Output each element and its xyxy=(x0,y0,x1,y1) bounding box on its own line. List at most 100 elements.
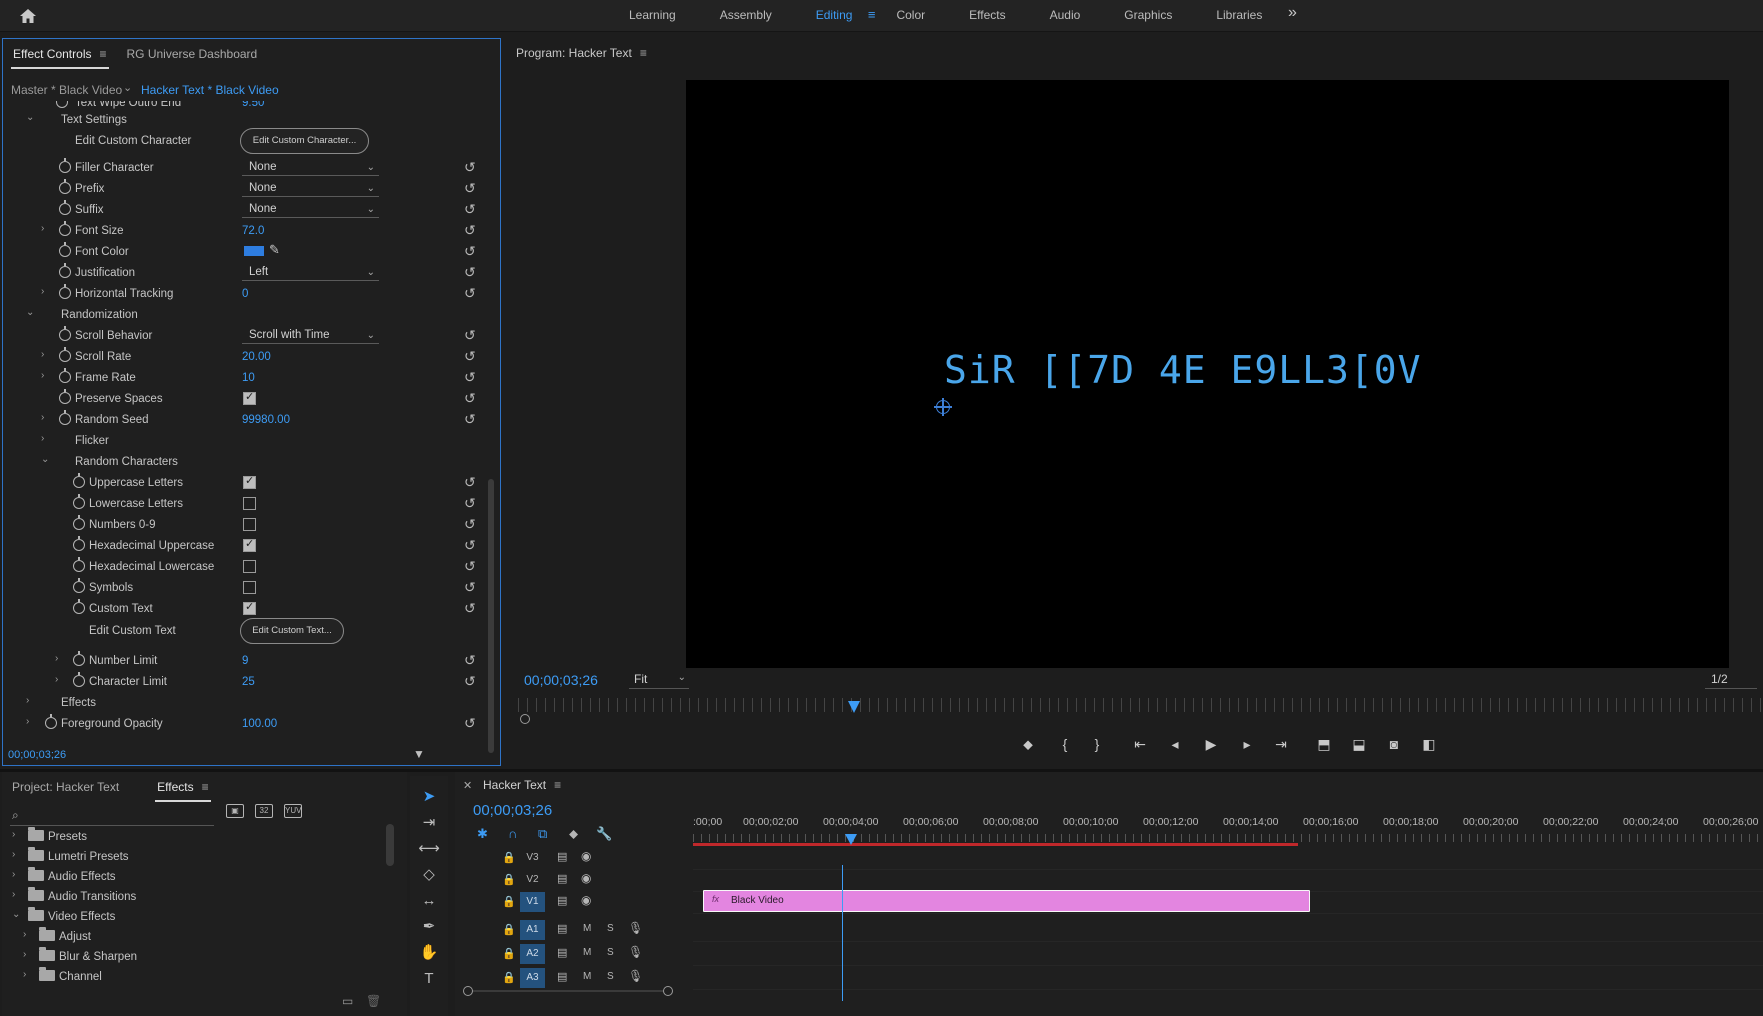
program-timecode[interactable]: 00;00;03;26 xyxy=(524,672,598,688)
reset-icon[interactable]: ↺ xyxy=(464,180,476,197)
menu-icon[interactable]: ≡ xyxy=(868,0,876,30)
track-name[interactable]: A2 xyxy=(520,944,545,964)
sync-lock-icon[interactable]: ▤ xyxy=(557,894,567,907)
chevron-right-icon[interactable]: › xyxy=(23,969,26,980)
filter-icon[interactable]: ▼ xyxy=(413,747,425,761)
group-effects[interactable]: › Effects xyxy=(3,693,500,713)
reset-icon[interactable]: ↺ xyxy=(464,159,476,176)
fx-badge[interactable]: fx xyxy=(712,894,719,904)
lock-icon[interactable]: 🔒 xyxy=(502,895,516,908)
reset-icon[interactable]: ↺ xyxy=(464,600,476,617)
solo-button[interactable]: S xyxy=(607,947,614,958)
reset-icon[interactable]: ↺ xyxy=(464,715,476,732)
list-item-video-effects[interactable]: ⌄ Video Effects xyxy=(2,906,382,926)
stopwatch-icon[interactable] xyxy=(59,221,71,236)
property-value[interactable]: 100.00 xyxy=(242,718,277,730)
stopwatch-icon[interactable] xyxy=(56,101,68,108)
list-item-lumetri-presets[interactable]: › Lumetri Presets xyxy=(2,846,382,866)
stopwatch-icon[interactable] xyxy=(73,557,85,572)
32-bit-effects-icon[interactable]: 32 xyxy=(255,804,273,818)
reset-icon[interactable]: ↺ xyxy=(464,411,476,428)
pen-tool-icon[interactable]: ✒ xyxy=(417,916,441,938)
timeline-zoom-scrollbar[interactable] xyxy=(463,986,673,996)
reset-icon[interactable]: ↺ xyxy=(464,390,476,407)
program-monitor-title[interactable]: Program: Hacker Text ≡ xyxy=(516,46,647,60)
play-icon[interactable]: ▶ xyxy=(1201,736,1221,753)
chevron-right-icon[interactable]: › xyxy=(12,889,15,900)
justification-select[interactable]: Left ⌄ xyxy=(242,264,379,281)
group-randomization[interactable]: ⌄ Randomization xyxy=(3,305,500,325)
program-video-frame[interactable]: SiR [[7D 4E E9LL3[0V xyxy=(686,80,1729,668)
stopwatch-icon[interactable] xyxy=(59,368,71,383)
panel-menu-icon[interactable]: ≡ xyxy=(99,39,106,69)
track-lane-v2[interactable] xyxy=(693,868,1763,892)
list-item-channel[interactable]: › Channel xyxy=(2,966,382,986)
more-workspaces-icon[interactable]: » xyxy=(1288,4,1297,22)
reset-icon[interactable]: ↺ xyxy=(464,537,476,554)
stopwatch-icon[interactable] xyxy=(59,410,71,425)
stopwatch-icon[interactable] xyxy=(73,473,85,488)
effect-controls-scrollbar[interactable] xyxy=(488,479,494,753)
chevron-down-icon[interactable]: ⌄ xyxy=(123,81,132,94)
sync-lock-icon[interactable]: ▤ xyxy=(557,850,567,863)
reset-icon[interactable]: ↺ xyxy=(464,222,476,239)
sync-lock-icon[interactable]: ▤ xyxy=(557,872,567,885)
chevron-right-icon[interactable]: › xyxy=(12,829,15,840)
workspace-tab-learning[interactable]: Learning xyxy=(612,0,703,32)
uppercase-letters-checkbox[interactable] xyxy=(243,474,256,489)
chevron-right-icon[interactable]: › xyxy=(41,370,44,381)
track-lane-a3[interactable] xyxy=(693,966,1763,990)
reset-icon[interactable]: ↺ xyxy=(464,579,476,596)
chevron-right-icon[interactable]: › xyxy=(12,869,15,880)
workspace-tab-assembly[interactable]: Assembly xyxy=(703,0,799,32)
track-select-tool-icon[interactable]: ⇥ xyxy=(417,812,441,834)
stopwatch-icon[interactable] xyxy=(59,200,71,215)
timeline-timecode[interactable]: 00;00;03;26 xyxy=(473,802,552,819)
eye-icon[interactable]: ◉ xyxy=(581,893,591,907)
timeline-clip-black-video[interactable]: fx Black Video xyxy=(703,890,1310,912)
stopwatch-icon[interactable] xyxy=(73,494,85,509)
add-marker-icon[interactable]: ⬥ xyxy=(569,826,578,842)
chevron-right-icon[interactable]: › xyxy=(41,286,44,297)
stopwatch-icon[interactable] xyxy=(59,179,71,194)
type-tool-icon[interactable]: T xyxy=(417,968,441,990)
lowercase-letters-checkbox[interactable] xyxy=(243,497,256,510)
wrench-icon[interactable]: 🔧 xyxy=(596,826,612,842)
edit-custom-character-button[interactable]: Edit Custom Character... xyxy=(240,128,369,154)
sequence-clip-label[interactable]: Hacker Text * Black Video xyxy=(141,83,279,97)
reset-icon[interactable]: ↺ xyxy=(464,558,476,575)
yuv-effects-icon[interactable]: YUV xyxy=(284,804,302,818)
hexadecimal-lowercase-checkbox[interactable] xyxy=(243,560,256,573)
property-value[interactable]: 0 xyxy=(242,288,248,300)
effects-scrollbar[interactable] xyxy=(386,824,394,866)
microphone-icon[interactable]: 🎙 xyxy=(628,969,643,983)
suffix-select[interactable]: None ⌄ xyxy=(242,201,379,218)
add-marker-icon[interactable]: ⬥ xyxy=(1018,736,1038,753)
tab-rg-universe-dashboard[interactable]: RG Universe Dashboard xyxy=(117,39,268,69)
reset-icon[interactable]: ↺ xyxy=(464,474,476,491)
numbers-checkbox[interactable] xyxy=(243,518,256,531)
step-back-icon[interactable]: ◂ xyxy=(1165,736,1185,753)
mark-out-icon[interactable]: } xyxy=(1087,736,1107,752)
trash-icon[interactable]: 🗑 xyxy=(366,994,381,1008)
workspace-tab-editing[interactable]: Editing ≡ xyxy=(799,0,880,32)
tab-effects[interactable]: Effects ≡ xyxy=(147,772,218,802)
program-playhead[interactable] xyxy=(848,701,861,713)
reset-icon[interactable]: ↺ xyxy=(464,673,476,690)
comparison-view-icon[interactable]: ◧ xyxy=(1419,736,1439,753)
property-value[interactable]: 25 xyxy=(242,676,255,688)
lift-icon[interactable]: ⬒ xyxy=(1314,736,1334,753)
lock-icon[interactable]: 🔒 xyxy=(502,971,516,984)
zoom-handle[interactable] xyxy=(463,986,473,996)
ripple-edit-tool-icon[interactable]: ⟷ xyxy=(417,838,441,860)
solo-button[interactable]: S xyxy=(607,923,614,934)
go-to-out-icon[interactable]: ⇥ xyxy=(1271,736,1291,753)
property-value[interactable]: 9 xyxy=(242,655,248,667)
list-item-audio-effects[interactable]: › Audio Effects xyxy=(2,866,382,886)
track-name[interactable]: V3 xyxy=(520,848,545,868)
anchor-point-icon[interactable] xyxy=(934,398,952,416)
stopwatch-icon[interactable] xyxy=(59,242,71,257)
stopwatch-icon[interactable] xyxy=(59,389,71,404)
panel-menu-icon[interactable]: ≡ xyxy=(640,46,647,60)
preserve-spaces-checkbox[interactable] xyxy=(243,390,256,405)
